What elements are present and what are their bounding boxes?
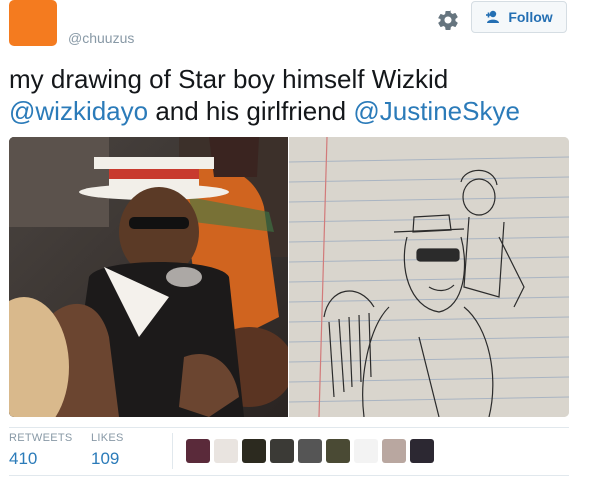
media-grid bbox=[9, 137, 569, 417]
liker-avatar[interactable] bbox=[186, 439, 210, 463]
retweets-label: RETWEETS bbox=[9, 432, 73, 444]
follow-label: Follow bbox=[508, 9, 553, 25]
liker-avatar[interactable] bbox=[326, 439, 350, 463]
gear-icon[interactable] bbox=[436, 8, 460, 32]
liker-avatar[interactable] bbox=[270, 439, 294, 463]
photo-of-wizkid[interactable] bbox=[9, 137, 288, 417]
liker-avatar[interactable] bbox=[242, 439, 266, 463]
tweet-text-part-1: my drawing of Star boy himself Wizkid bbox=[9, 64, 449, 94]
likes-stat[interactable]: LIKES 109 bbox=[91, 432, 124, 469]
mention-wizkidayo[interactable]: @wizkidayo bbox=[9, 96, 148, 126]
retweets-count[interactable]: 410 bbox=[9, 449, 73, 469]
likes-count[interactable]: 109 bbox=[91, 449, 124, 469]
divider-top bbox=[9, 427, 569, 428]
divider-bottom bbox=[9, 475, 569, 476]
likes-label: LIKES bbox=[91, 432, 124, 444]
stats-separator bbox=[172, 433, 173, 469]
user-handle[interactable]: @chuuzus bbox=[68, 30, 134, 46]
mention-justineskye[interactable]: @JustineSkye bbox=[353, 96, 520, 126]
liker-avatar[interactable] bbox=[214, 439, 238, 463]
avatar[interactable] bbox=[9, 0, 57, 46]
tweet-text-part-2: and his girlfriend bbox=[148, 96, 354, 126]
photo-of-wizkid-image bbox=[9, 137, 288, 417]
liker-avatar[interactable] bbox=[354, 439, 378, 463]
add-user-icon bbox=[486, 10, 500, 23]
liker-avatars bbox=[186, 439, 434, 463]
drawing-on-lined-paper-image bbox=[289, 137, 569, 417]
liker-avatar[interactable] bbox=[382, 439, 406, 463]
drawing-on-lined-paper[interactable] bbox=[289, 137, 569, 417]
liker-avatar[interactable] bbox=[410, 439, 434, 463]
tweet-text: my drawing of Star boy himself Wizkid @w… bbox=[9, 63, 579, 127]
follow-button[interactable]: Follow bbox=[471, 1, 567, 33]
liker-avatar[interactable] bbox=[298, 439, 322, 463]
retweets-stat[interactable]: RETWEETS 410 bbox=[9, 432, 73, 469]
